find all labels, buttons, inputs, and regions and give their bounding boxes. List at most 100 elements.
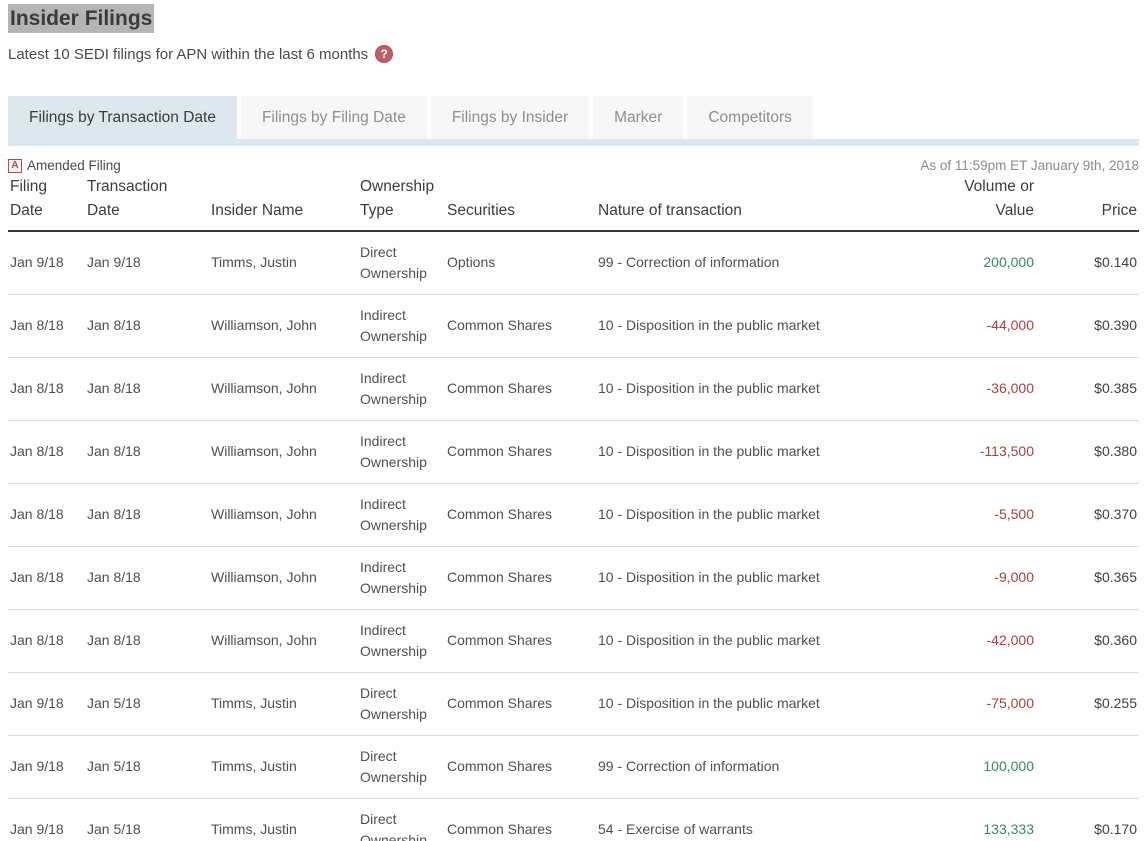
cell-transaction-date: Jan 9/18 [85, 231, 209, 294]
col-header-securities: Securities [445, 175, 596, 231]
filings-table-body: Jan 9/18 Jan 9/18 Timms, Justin Direct O… [8, 231, 1139, 841]
cell-insider-name: Williamson, John [209, 609, 358, 672]
cell-price: $0.390 [1036, 294, 1139, 357]
table-row: Jan 9/18 Jan 5/18 Timms, Justin Direct O… [8, 735, 1139, 798]
tab-filings-by-insider[interactable]: Filings by Insider [431, 96, 589, 139]
cell-ownership-type: Direct Ownership [358, 231, 445, 294]
tab-marker[interactable]: Marker [593, 96, 683, 139]
cell-nature-of-transaction: 54 - Exercise of warrants [596, 798, 936, 841]
cell-securities: Common Shares [445, 420, 596, 483]
amended-filing-legend: A Amended Filing [8, 158, 121, 173]
cell-ownership-type: Indirect Ownership [358, 609, 445, 672]
cell-insider-name: Timms, Justin [209, 798, 358, 841]
col-header-volume: Volume or Value [936, 175, 1036, 231]
cell-transaction-date: Jan 5/18 [85, 798, 209, 841]
cell-filing-date: Jan 8/18 [8, 546, 85, 609]
cell-filing-date: Jan 8/18 [8, 483, 85, 546]
amended-filing-icon: A [8, 159, 22, 173]
cell-ownership-type: Direct Ownership [358, 798, 445, 841]
cell-insider-name: Williamson, John [209, 546, 358, 609]
cell-ownership-type: Indirect Ownership [358, 483, 445, 546]
table-row: Jan 8/18 Jan 8/18 Williamson, John Indir… [8, 609, 1139, 672]
cell-nature-of-transaction: 99 - Correction of information [596, 231, 936, 294]
cell-transaction-date: Jan 8/18 [85, 357, 209, 420]
help-icon[interactable]: ? [375, 45, 393, 63]
page-title: Insider Filings [8, 4, 154, 33]
cell-ownership-type: Indirect Ownership [358, 546, 445, 609]
table-row: Jan 9/18 Jan 5/18 Timms, Justin Direct O… [8, 798, 1139, 841]
cell-insider-name: Williamson, John [209, 420, 358, 483]
cell-nature-of-transaction: 10 - Disposition in the public market [596, 483, 936, 546]
cell-price: $0.255 [1036, 672, 1139, 735]
cell-volume-or-value: 100,000 [936, 735, 1036, 798]
table-row: Jan 8/18 Jan 8/18 Williamson, John Indir… [8, 420, 1139, 483]
tab-bar: Filings by Transaction Date Filings by F… [8, 96, 1139, 139]
cell-transaction-date: Jan 8/18 [85, 609, 209, 672]
insider-filings-widget: Insider Filings Latest 10 SEDI filings f… [0, 0, 1147, 841]
cell-securities: Common Shares [445, 294, 596, 357]
cell-ownership-type: Indirect Ownership [358, 294, 445, 357]
table-row: Jan 9/18 Jan 9/18 Timms, Justin Direct O… [8, 231, 1139, 294]
cell-nature-of-transaction: 10 - Disposition in the public market [596, 672, 936, 735]
table-row: Jan 8/18 Jan 8/18 Williamson, John Indir… [8, 483, 1139, 546]
filings-table-header: Filing Date Transaction Date Insider Nam… [8, 175, 1139, 231]
cell-filing-date: Jan 9/18 [8, 231, 85, 294]
cell-securities: Common Shares [445, 609, 596, 672]
cell-nature-of-transaction: 10 - Disposition in the public market [596, 294, 936, 357]
cell-price: $0.365 [1036, 546, 1139, 609]
cell-nature-of-transaction: 10 - Disposition in the public market [596, 357, 936, 420]
cell-volume-or-value: -42,000 [936, 609, 1036, 672]
cell-price: $0.140 [1036, 231, 1139, 294]
table-row: Jan 9/18 Jan 5/18 Timms, Justin Direct O… [8, 672, 1139, 735]
cell-securities: Options [445, 231, 596, 294]
cell-ownership-type: Direct Ownership [358, 672, 445, 735]
tab-filings-by-filing-date[interactable]: Filings by Filing Date [241, 96, 427, 139]
cell-nature-of-transaction: 10 - Disposition in the public market [596, 420, 936, 483]
cell-price: $0.380 [1036, 420, 1139, 483]
cell-volume-or-value: -36,000 [936, 357, 1036, 420]
cell-volume-or-value: -113,500 [936, 420, 1036, 483]
cell-ownership-type: Indirect Ownership [358, 420, 445, 483]
cell-volume-or-value: 200,000 [936, 231, 1036, 294]
cell-filing-date: Jan 8/18 [8, 294, 85, 357]
table-row: Jan 8/18 Jan 8/18 Williamson, John Indir… [8, 546, 1139, 609]
cell-securities: Common Shares [445, 672, 596, 735]
tab-competitors[interactable]: Competitors [687, 96, 813, 139]
cell-insider-name: Williamson, John [209, 294, 358, 357]
amended-filing-label: Amended Filing [27, 158, 121, 173]
cell-securities: Common Shares [445, 357, 596, 420]
cell-price: $0.385 [1036, 357, 1139, 420]
table-row: Jan 8/18 Jan 8/18 Williamson, John Indir… [8, 294, 1139, 357]
col-header-filing-date: Filing Date [8, 175, 85, 231]
cell-filing-date: Jan 9/18 [8, 735, 85, 798]
cell-filing-date: Jan 8/18 [8, 609, 85, 672]
cell-insider-name: Timms, Justin [209, 672, 358, 735]
col-header-price: Price [1036, 175, 1139, 231]
cell-price [1036, 735, 1139, 798]
as-of-timestamp: As of 11:59pm ET January 9th, 2018 [920, 158, 1139, 173]
cell-transaction-date: Jan 5/18 [85, 672, 209, 735]
cell-volume-or-value: -5,500 [936, 483, 1036, 546]
cell-filing-date: Jan 8/18 [8, 357, 85, 420]
cell-price: $0.370 [1036, 483, 1139, 546]
cell-securities: Common Shares [445, 546, 596, 609]
cell-transaction-date: Jan 8/18 [85, 546, 209, 609]
cell-transaction-date: Jan 8/18 [85, 420, 209, 483]
tab-filings-by-transaction-date[interactable]: Filings by Transaction Date [8, 96, 237, 139]
table-row: Jan 8/18 Jan 8/18 Williamson, John Indir… [8, 357, 1139, 420]
cell-volume-or-value: -9,000 [936, 546, 1036, 609]
cell-transaction-date: Jan 8/18 [85, 294, 209, 357]
cell-filing-date: Jan 9/18 [8, 672, 85, 735]
cell-filing-date: Jan 9/18 [8, 798, 85, 841]
cell-insider-name: Timms, Justin [209, 231, 358, 294]
filings-table: Filing Date Transaction Date Insider Nam… [8, 175, 1139, 841]
cell-price: $0.170 [1036, 798, 1139, 841]
tab-strip-divider [8, 139, 1139, 146]
cell-ownership-type: Direct Ownership [358, 735, 445, 798]
cell-nature-of-transaction: 10 - Disposition in the public market [596, 546, 936, 609]
col-header-ownership-type: Ownership Type [358, 175, 445, 231]
cell-securities: Common Shares [445, 798, 596, 841]
cell-insider-name: Williamson, John [209, 483, 358, 546]
table-meta-row: A Amended Filing As of 11:59pm ET Januar… [8, 158, 1139, 173]
cell-nature-of-transaction: 99 - Correction of information [596, 735, 936, 798]
